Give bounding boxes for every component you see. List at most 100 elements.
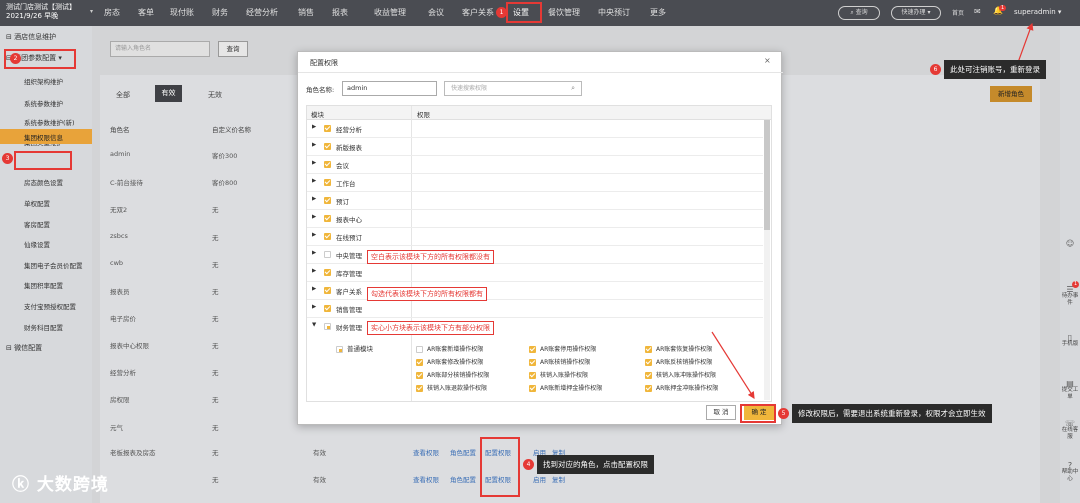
sidebar-item-room-config[interactable]: 客房配置 [24,219,50,229]
expand-arrow-icon[interactable]: ▶ [312,304,316,310]
menu-central-booking[interactable]: 中央预订 [598,7,630,18]
home-link[interactable]: 首页 [952,8,964,17]
permission-checkbox[interactable] [416,359,423,366]
expand-arrow-icon[interactable]: ▶ [312,232,316,238]
module-checkbox[interactable] [324,143,331,150]
module-checkbox[interactable] [324,197,331,204]
permission-checkbox[interactable] [529,346,536,353]
sidebar-item-alipay[interactable]: 支付宝预授权配置 [24,301,76,311]
expand-arrow-icon[interactable]: ▼ [312,322,316,328]
sidebar-item-finance-subject[interactable]: 财务科目配置 [24,322,63,332]
view-permission-link[interactable]: 查看权限 [413,474,439,484]
menu-cash-account[interactable]: 现付账 [170,7,194,18]
sub-module-checkbox[interactable] [336,346,343,353]
role-config-link[interactable]: 角色配置 [450,474,476,484]
close-icon[interactable]: × [764,56,771,65]
sidebar-item-sys-params-new[interactable]: 系统参数维护(新) [24,117,75,127]
module-checkbox[interactable] [324,125,331,132]
tab-valid[interactable]: 有效 [155,85,182,102]
sidebar-item-points[interactable]: 集团积率配置 [24,280,63,290]
module-row[interactable]: ▶ 会议 [307,156,763,174]
module-checkbox[interactable] [324,161,331,168]
permission-checkbox[interactable] [416,385,423,392]
permission-checkbox[interactable] [416,346,423,353]
add-role-button[interactable]: 新增角色 [990,86,1032,102]
module-checkbox[interactable] [324,305,331,312]
menu-finance[interactable]: 财务 [212,7,228,18]
sidebar-item-xianyuan[interactable]: 仙缘设置 [24,239,50,249]
expand-arrow-icon[interactable]: ▶ [312,178,316,184]
module-row[interactable]: ▶ 库存管理 [307,264,763,282]
permission-search-input[interactable]: 快速搜索权限 ⌕ [444,81,582,96]
expand-arrow-icon[interactable]: ▶ [312,214,316,220]
tab-invalid[interactable]: 无效 [208,90,222,100]
module-row[interactable]: ▶ 经营分析 [307,120,763,138]
right-tool-face[interactable]: ☺ [1060,240,1080,248]
permission-checkbox[interactable] [645,385,652,392]
right-tool-help[interactable]: ? 帮助中心 [1060,462,1080,483]
module-checkbox[interactable] [324,251,331,258]
module-checkbox[interactable] [324,233,331,240]
user-menu[interactable]: superadmin ▾ [1014,8,1061,16]
expand-arrow-icon[interactable]: ▶ [312,286,316,292]
menu-sales[interactable]: 销售 [298,7,314,18]
role-config-link[interactable]: 角色配置 [450,447,476,457]
sidebar-group-hotel-info[interactable]: ⊟ 酒店信息维护 [6,32,56,42]
sidebar-item-org[interactable]: 组织架构维护 [24,76,63,86]
expand-arrow-icon[interactable]: ▶ [312,160,316,166]
permission-checkbox[interactable] [529,385,536,392]
permission-checkbox[interactable] [529,359,536,366]
menu-business-analysis[interactable]: 经营分析 [246,7,278,18]
module-row[interactable]: ▶ 预订 [307,192,763,210]
quick-handle-button[interactable]: 快速办理 ▾ [891,6,941,20]
role-query-button[interactable]: 查询 [218,41,248,57]
expand-arrow-icon[interactable]: ▶ [312,196,316,202]
expand-arrow-icon[interactable]: ▶ [312,124,316,130]
right-tool-mobile[interactable]: ▯ 手机版 [1060,334,1080,348]
enable-link[interactable]: 启用 [533,474,546,484]
sidebar-item-member-price[interactable]: 集团电子会员价配置 [24,260,83,270]
module-checkbox[interactable] [324,215,331,222]
module-row[interactable]: ▶ 在线预订 [307,228,763,246]
chat-icon[interactable]: ✉ [974,7,981,16]
right-tool-tasks[interactable]: ☰ 待办事件 [1060,286,1080,307]
menu-guest-bill[interactable]: 客单 [138,7,154,18]
sidebar-item-auth[interactable]: 单权配置 [24,198,50,208]
permission-checkbox[interactable] [645,346,652,353]
module-checkbox[interactable] [324,287,331,294]
hotel-brand[interactable]: 测试门店测试【测试】 2021/9/26 早晚 ▾ [6,3,96,21]
scrollbar-thumb[interactable] [764,120,770,230]
permission-checkbox[interactable] [416,372,423,379]
sidebar-item-room-color[interactable]: 房态颜色设置 [24,177,63,187]
menu-reports[interactable]: 报表 [332,7,348,18]
copy-link[interactable]: 复制 [552,474,565,484]
role-search-input[interactable]: 请输入角色名 [110,41,210,57]
module-checkbox[interactable] [324,269,331,276]
expand-arrow-icon[interactable]: ▶ [312,268,316,274]
menu-meeting[interactable]: 会议 [428,7,444,18]
permission-checkbox[interactable] [645,372,652,379]
top-search-button[interactable]: ⌕ 查询 [838,6,880,20]
module-row[interactable]: ▶ 新版报表 [307,138,763,156]
menu-room-status[interactable]: 房态 [104,7,120,18]
menu-crm[interactable]: 客户关系 [462,7,494,18]
tree-scrollbar[interactable] [764,120,770,400]
view-permission-link[interactable]: 查看权限 [413,447,439,457]
menu-food-beverage[interactable]: 餐饮管理 [548,7,580,18]
permission-checkbox[interactable] [529,372,536,379]
right-tool-service[interactable]: ☏ 在线客服 [1060,420,1080,441]
right-tool-ticket[interactable]: ▤ 提交工单 [1060,380,1080,401]
menu-more[interactable]: 更多 [650,7,666,18]
tab-all[interactable]: 全部 [116,90,130,100]
expand-arrow-icon[interactable]: ▶ [312,142,316,148]
module-checkbox[interactable] [324,179,331,186]
menu-revenue[interactable]: 收益管理 [374,7,406,18]
module-row[interactable]: ▶ 报表中心 [307,210,763,228]
permission-checkbox[interactable] [645,359,652,366]
sidebar-group-wechat[interactable]: ⊟ 微信配置 [6,343,42,353]
role-name-field[interactable]: admin [342,81,437,96]
sidebar-item-sys-params[interactable]: 系统参数维护 [24,98,63,108]
module-row[interactable]: ▶ 工作台 [307,174,763,192]
cancel-button[interactable]: 取 消 [706,405,736,420]
module-checkbox-partial[interactable] [324,323,331,330]
